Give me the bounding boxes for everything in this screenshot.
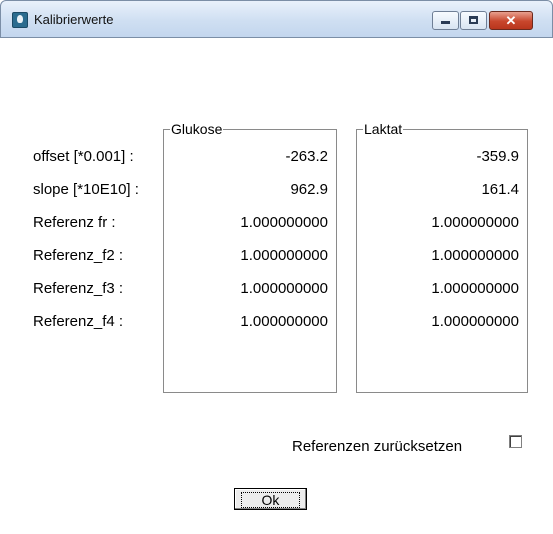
glukose-referenz-f3-value: 1.000000000 xyxy=(240,280,328,297)
glukose-group: Glukose -263.2 962.9 1.000000000 1.00000… xyxy=(163,120,337,393)
glukose-referenz-f2-value: 1.000000000 xyxy=(240,247,328,264)
laktat-referenz-f3-value: 1.000000000 xyxy=(431,280,519,297)
laktat-group: Laktat -359.9 161.4 1.000000000 1.000000… xyxy=(356,120,528,393)
laktat-referenz-f4-value: 1.000000000 xyxy=(431,313,519,330)
glukose-offset-value: -263.2 xyxy=(285,148,328,165)
ok-button[interactable]: Ok xyxy=(234,488,307,510)
app-icon xyxy=(12,12,28,28)
glukose-referenz-fr-value: 1.000000000 xyxy=(240,214,328,231)
laktat-group-title: Laktat xyxy=(363,120,404,138)
label-referenz-f4: Referenz_f4 : xyxy=(33,313,124,330)
laktat-referenz-f2-value: 1.000000000 xyxy=(431,247,519,264)
glukose-referenz-f4-value: 1.000000000 xyxy=(240,313,328,330)
reset-references-label: Referenzen zurücksetzen xyxy=(292,438,463,455)
ok-button-label: Ok xyxy=(240,492,301,508)
reset-references-checkbox[interactable] xyxy=(509,435,522,448)
label-slope: slope [*10E10] : xyxy=(33,181,139,198)
label-referenz-f2: Referenz_f2 : xyxy=(33,247,124,264)
close-button[interactable]: ✕ xyxy=(489,11,533,30)
title-bar[interactable]: Kalibrierwerte ✕ xyxy=(0,0,553,38)
maximize-button[interactable] xyxy=(460,11,487,30)
label-offset: offset [*0.001] : xyxy=(33,148,134,165)
glukose-group-title: Glukose xyxy=(170,120,224,138)
maximize-icon xyxy=(469,16,478,24)
close-icon: ✕ xyxy=(505,13,517,28)
laktat-offset-value: -359.9 xyxy=(476,148,519,165)
minimize-button[interactable] xyxy=(432,11,459,30)
laktat-slope-value: 161.4 xyxy=(481,181,519,198)
label-referenz-f3: Referenz_f3 : xyxy=(33,280,124,297)
minimize-icon xyxy=(441,21,450,24)
laktat-referenz-fr-value: 1.000000000 xyxy=(431,214,519,231)
dialog-window: Kalibrierwerte ✕ offset [*0.001] : slope… xyxy=(0,0,553,534)
glukose-slope-value: 962.9 xyxy=(290,181,328,198)
window-title: Kalibrierwerte xyxy=(34,12,114,27)
label-referenz-fr: Referenz fr : xyxy=(33,214,116,231)
